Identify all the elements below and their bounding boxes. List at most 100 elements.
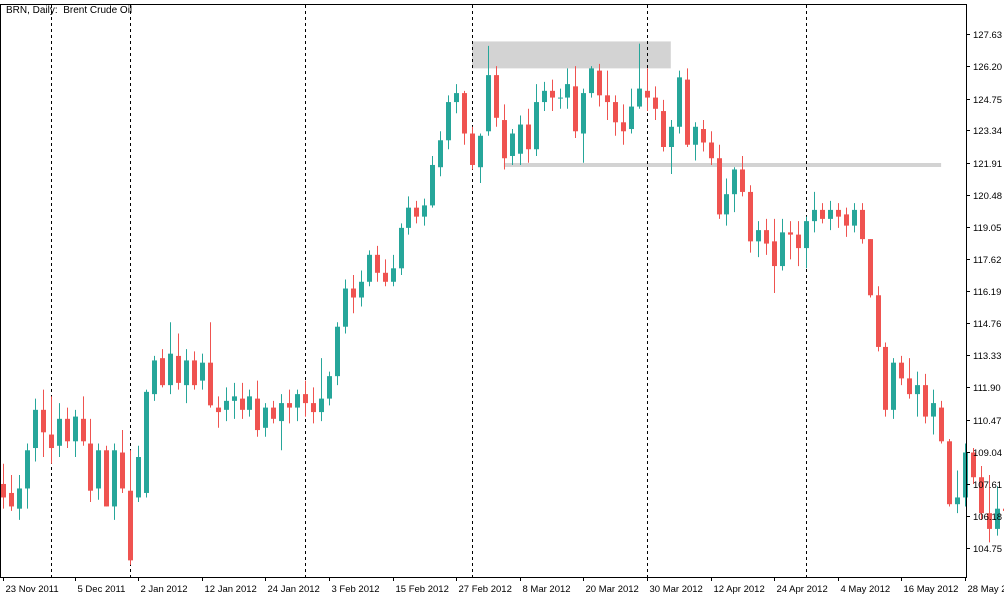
candle-body	[947, 441, 952, 505]
candle-body	[558, 97, 563, 99]
candle-body	[494, 75, 499, 118]
candle	[279, 394, 284, 451]
candle	[192, 351, 197, 390]
candle	[526, 108, 531, 163]
candle-body	[709, 142, 714, 159]
candle-body	[224, 400, 229, 410]
candle-body	[693, 126, 698, 145]
candle-body	[311, 403, 316, 413]
price-label: 111.90	[973, 383, 1001, 394]
candle	[724, 178, 729, 226]
candle	[597, 63, 602, 107]
candle	[160, 349, 165, 388]
candle-body	[295, 394, 300, 408]
candle-body	[343, 288, 348, 327]
candle	[939, 400, 944, 444]
candle	[128, 450, 133, 565]
date-label: 8 Mar 2012	[523, 584, 571, 595]
candle-body	[677, 77, 682, 127]
candle	[693, 122, 698, 161]
candle	[255, 380, 260, 437]
price-label: 104.75	[973, 544, 1002, 555]
candle-body	[49, 434, 54, 449]
candle-body	[573, 86, 578, 132]
candle	[812, 191, 817, 233]
candle-body	[454, 93, 459, 103]
candle	[550, 79, 555, 112]
price-label: 109.04	[973, 448, 1002, 459]
date-label: 15 Feb 2012	[396, 584, 449, 595]
candle	[502, 104, 507, 170]
candle-body	[9, 492, 14, 507]
candle-body	[160, 358, 165, 386]
candle	[510, 129, 515, 165]
candle	[120, 430, 125, 493]
price-label: 126.20	[973, 62, 1002, 73]
candle	[995, 486, 1000, 536]
candle	[383, 259, 388, 287]
price-label: 124.75	[973, 95, 1002, 106]
candle-body	[247, 396, 252, 410]
candle-body	[470, 133, 475, 165]
chart-window[interactable]: 127.63 126.20 124.75 123.34 121.91 120.48 119.…	[0, 0, 1004, 600]
candle-body	[41, 409, 46, 433]
candle-body	[844, 214, 849, 226]
candle-body	[883, 346, 888, 410]
candle	[224, 387, 229, 422]
candle	[701, 120, 706, 152]
candlestick-chart[interactable]: 127.63 126.20 124.75 123.34 121.91 120.48 119.…	[0, 0, 1004, 600]
candle	[57, 403, 62, 458]
candle-body	[33, 409, 38, 449]
candle	[247, 389, 252, 417]
price-label: 120.48	[973, 191, 1002, 202]
candle	[144, 389, 149, 498]
candle-body	[772, 241, 777, 267]
candle-body	[645, 90, 650, 98]
candle-body	[383, 272, 388, 282]
price-label: 107.61	[973, 480, 1002, 491]
candle	[629, 88, 634, 134]
candle-body	[335, 326, 340, 377]
candle	[168, 322, 173, 395]
date-label: 23 Nov 2011	[6, 584, 59, 595]
candle-body	[96, 450, 101, 489]
candle-body	[17, 488, 22, 509]
date-label: 2 Jan 2012	[141, 584, 188, 595]
candle	[303, 380, 308, 417]
candle-body	[836, 209, 841, 217]
candle-body	[438, 140, 443, 168]
candle-body	[327, 376, 332, 399]
candle	[748, 185, 753, 253]
candle-body	[112, 450, 117, 507]
candle	[438, 131, 443, 177]
candle-body	[502, 120, 507, 159]
candle	[828, 200, 833, 231]
price-label: 119.05	[973, 223, 1001, 234]
candle	[88, 418, 93, 502]
chart-caption: BRN, Daily: Brent Crude Oil	[6, 5, 133, 16]
candle-body	[812, 209, 817, 222]
candle	[804, 216, 809, 269]
candle-body	[860, 209, 865, 240]
price-label: 127.63	[973, 30, 1002, 41]
candle-body	[120, 452, 125, 489]
candle-body	[581, 93, 586, 134]
candle	[9, 474, 14, 511]
price-label: 113.33	[973, 351, 1001, 362]
price-label: 123.34	[973, 126, 1002, 137]
candle-body	[144, 391, 149, 493]
candle	[677, 70, 682, 134]
candle	[446, 95, 451, 150]
candle	[422, 198, 427, 226]
candle-body	[57, 418, 62, 446]
candle	[836, 203, 841, 228]
candle-body	[478, 135, 483, 168]
candle	[112, 443, 117, 520]
candle-body	[899, 362, 904, 379]
candle	[589, 66, 594, 98]
price-label: 106.18	[973, 512, 1002, 523]
candle	[653, 86, 658, 121]
candle-body	[923, 385, 928, 417]
candle	[565, 68, 570, 109]
price-label: 114.76	[973, 319, 1001, 330]
